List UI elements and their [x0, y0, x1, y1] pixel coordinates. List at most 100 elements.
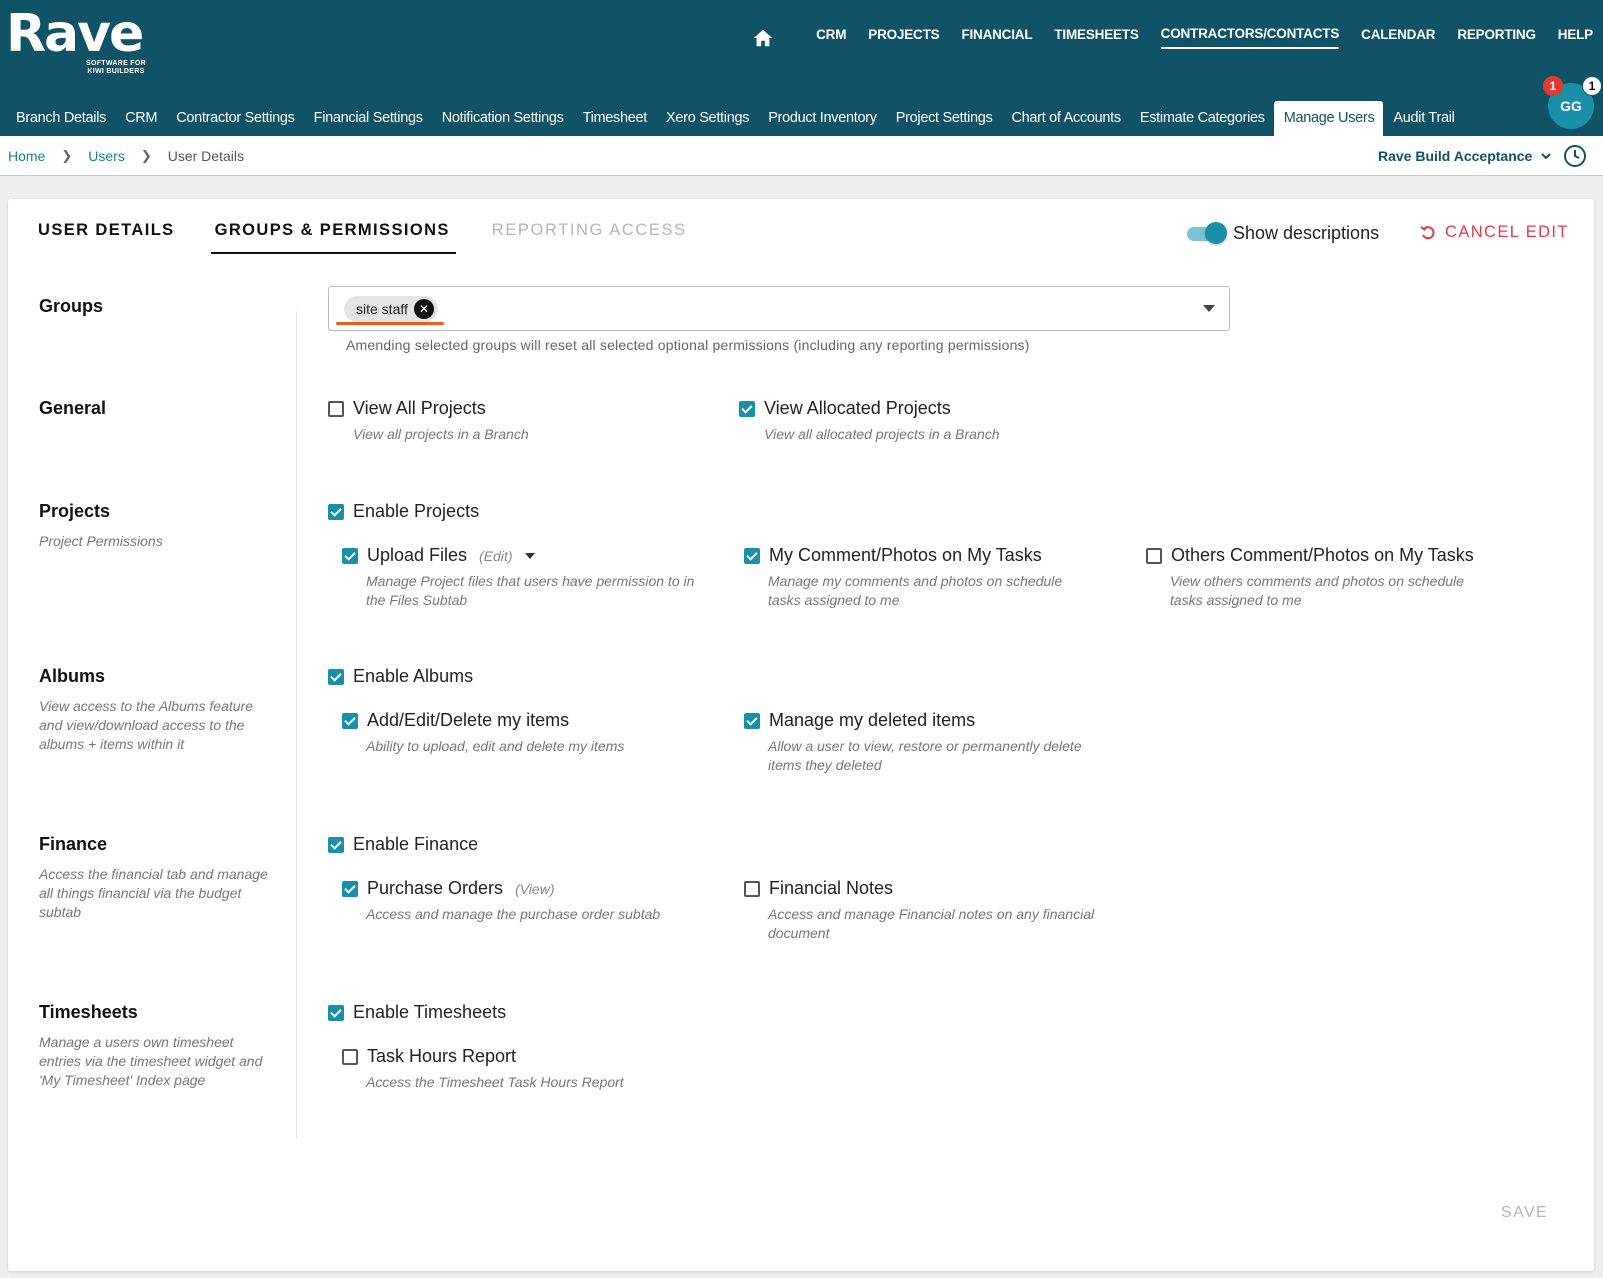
topnav-timesheets[interactable]: TIMESHEETS [1054, 27, 1138, 48]
perm-enable-projects[interactable]: Enable Projects [328, 501, 479, 522]
groups-title: Groups [39, 296, 104, 316]
app-header: Rave SOFTWARE FOR KIWI BUILDERS CRM PROJ… [0, 0, 1603, 136]
topnav-help[interactable]: HELP [1558, 27, 1593, 48]
perm-desc: Access and manage the purchase order sub… [366, 906, 661, 922]
perm-purchase-orders[interactable]: Purchase Orders (View) [342, 878, 554, 899]
rave-logo[interactable]: Rave SOFTWARE FOR KIWI BUILDERS [6, 4, 146, 75]
chevron-right-icon: ❯ [61, 148, 73, 163]
tab-groups-permissions[interactable]: GROUPS & PERMISSIONS [210, 219, 456, 254]
general-title: General [39, 398, 107, 418]
tab-reporting-access[interactable]: REPORTING ACCESS [492, 219, 691, 254]
perm-label: Upload Files [367, 545, 468, 565]
subnav-project-settings[interactable]: Project Settings [886, 101, 1002, 136]
subnav-xero-settings[interactable]: Xero Settings [656, 101, 758, 136]
subnav-financial-settings[interactable]: Financial Settings [304, 101, 432, 136]
subnav-timesheet[interactable]: Timesheet [573, 101, 656, 136]
topnav-financial[interactable]: FINANCIAL [961, 27, 1032, 48]
perm-task-hours-report[interactable]: Task Hours Report [342, 1046, 516, 1067]
finance-desc: Access the financial tab and manage all … [39, 866, 268, 920]
perm-label: Enable Projects [353, 501, 480, 521]
subnav-crm[interactable]: CRM [115, 101, 166, 136]
checkbox-add-edit-delete-items[interactable] [342, 712, 358, 729]
subnav-branch-details[interactable]: Branch Details [6, 101, 115, 136]
checkbox-enable-projects[interactable] [328, 503, 344, 520]
logo-tagline: SOFTWARE FOR KIWI BUILDERS [76, 60, 156, 76]
timesheets-title: Timesheets [39, 1002, 138, 1022]
top-nav: CRM PROJECTS FINANCIAL TIMESHEETS CONTRA… [752, 26, 1593, 49]
checkbox-enable-albums[interactable] [328, 668, 344, 685]
perm-others-comment-photos[interactable]: Others Comment/Photos on My Tasks [1146, 545, 1474, 566]
clock-icon[interactable] [1563, 144, 1587, 168]
perm-add-edit-delete-items[interactable]: Add/Edit/Delete my items [342, 710, 569, 731]
perm-desc: Allow a user to view, restore or permane… [768, 738, 1082, 773]
topnav-crm[interactable]: CRM [816, 27, 846, 48]
timesheets-desc: Manage a users own timesheet entries via… [39, 1034, 263, 1088]
subnav-chart-of-accounts[interactable]: Chart of Accounts [1001, 101, 1129, 136]
perm-label: Task Hours Report [367, 1046, 517, 1066]
notification-badge[interactable]: 1 [1543, 76, 1563, 96]
subnav-contractor-settings[interactable]: Contractor Settings [166, 101, 303, 136]
save-button[interactable]: SAVE [1501, 1204, 1548, 1222]
perm-manage-deleted-items[interactable]: Manage my deleted items [744, 710, 975, 731]
topnav-projects[interactable]: PROJECTS [868, 27, 939, 48]
perm-my-comment-photos[interactable]: My Comment/Photos on My Tasks [744, 545, 1042, 566]
logo-text: Rave [6, 4, 144, 64]
topnav-contractors-contacts[interactable]: CONTRACTORS/CONTACTS [1160, 26, 1339, 49]
checkbox-task-hours-report[interactable] [342, 1048, 358, 1065]
projects-desc: Project Permissions [39, 533, 163, 549]
subnav-estimate-categories[interactable]: Estimate Categories [1130, 101, 1274, 136]
user-permissions-card: USER DETAILS GROUPS & PERMISSIONS REPORT… [8, 199, 1594, 1271]
cancel-edit-button[interactable]: CANCEL EDIT [1420, 223, 1569, 242]
perm-enable-finance[interactable]: Enable Finance [328, 834, 478, 855]
checkbox-view-all-projects[interactable] [328, 400, 344, 417]
message-badge[interactable]: 1 [1582, 76, 1602, 96]
checkbox-financial-notes[interactable] [744, 880, 760, 897]
page-tabs: USER DETAILS GROUPS & PERMISSIONS REPORT… [38, 219, 727, 254]
perm-enable-albums[interactable]: Enable Albums [328, 666, 473, 687]
perm-desc: Access the Timesheet Task Hours Report [366, 1074, 624, 1090]
checkbox-enable-finance[interactable] [328, 836, 344, 853]
branch-selector[interactable]: Rave Build Acceptance [1378, 148, 1552, 164]
checkbox-upload-files[interactable] [342, 547, 358, 564]
group-chip[interactable]: site staff ✕ [344, 296, 438, 322]
checkbox-purchase-orders[interactable] [342, 880, 358, 897]
branch-selector-label: Rave Build Acceptance [1378, 148, 1533, 164]
breadcrumb: Home ❯ Users ❯ User Details [8, 148, 244, 164]
chevron-down-icon [1541, 153, 1552, 160]
mode-dropdown-icon[interactable] [524, 552, 535, 559]
subnav-notification-settings[interactable]: Notification Settings [432, 101, 573, 136]
perm-enable-timesheets[interactable]: Enable Timesheets [328, 1002, 506, 1023]
checkbox-others-comment-photos[interactable] [1146, 547, 1162, 564]
home-icon[interactable] [752, 27, 774, 49]
perm-label: Purchase Orders [367, 878, 504, 898]
remove-chip-icon[interactable]: ✕ [413, 299, 434, 319]
breadcrumb-users[interactable]: Users [88, 148, 125, 164]
perm-label: My Comment/Photos on My Tasks [769, 545, 1042, 565]
breadcrumb-home[interactable]: Home [8, 148, 45, 164]
chevron-right-icon: ❯ [140, 148, 152, 163]
perm-label: Enable Finance [353, 834, 479, 854]
topnav-reporting[interactable]: REPORTING [1457, 27, 1536, 48]
checkbox-enable-timesheets[interactable] [328, 1004, 344, 1021]
perm-label: View Allocated Projects [764, 398, 951, 418]
perm-view-all-projects[interactable]: View All Projects [328, 398, 486, 419]
subnav-audit-trail[interactable]: Audit Trail [1383, 101, 1463, 136]
checkbox-manage-deleted-items[interactable] [744, 712, 760, 729]
perm-view-allocated-projects[interactable]: View Allocated Projects [739, 398, 951, 419]
tab-user-details[interactable]: USER DETAILS [38, 219, 179, 254]
topnav-calendar[interactable]: CALENDAR [1361, 27, 1435, 48]
dropdown-caret-icon[interactable] [1203, 305, 1215, 312]
breadcrumb-current: User Details [167, 148, 244, 164]
albums-title: Albums [39, 666, 106, 686]
perm-upload-files[interactable]: Upload Files (Edit) [342, 545, 535, 566]
section-divider [296, 311, 297, 1139]
perm-label: View All Projects [353, 398, 486, 418]
checkbox-view-allocated-projects[interactable] [739, 400, 755, 417]
breadcrumb-bar: Home ❯ Users ❯ User Details Rave Build A… [0, 136, 1603, 176]
perm-financial-notes[interactable]: Financial Notes [744, 878, 893, 899]
checkbox-my-comment-photos[interactable] [744, 547, 760, 564]
show-descriptions-toggle[interactable] [1183, 221, 1229, 245]
subnav-product-inventory[interactable]: Product Inventory [758, 101, 886, 136]
groups-select[interactable]: site staff ✕ [328, 286, 1230, 331]
subnav-manage-users[interactable]: Manage Users [1273, 101, 1384, 136]
